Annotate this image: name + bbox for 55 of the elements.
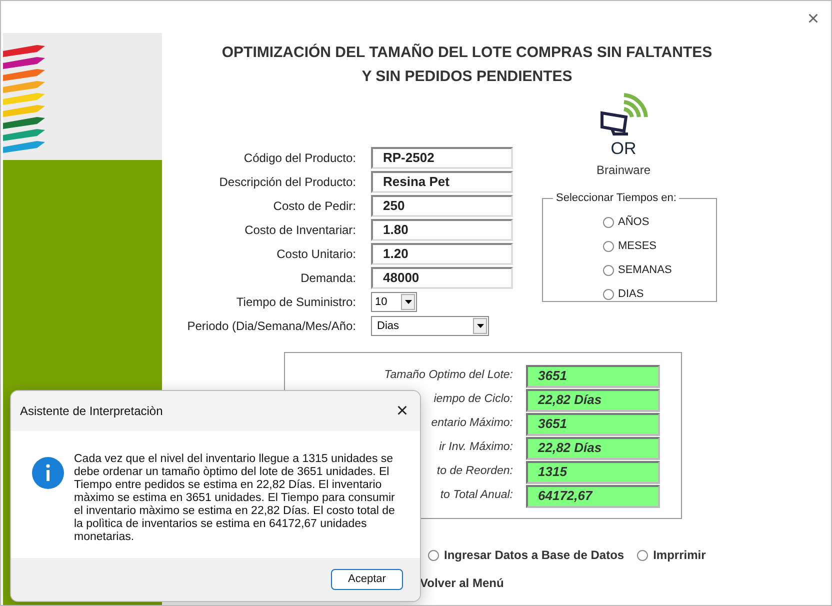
logo-name: Brainware: [596, 162, 651, 178]
field-label: Periodo (Dia/Semana/Mes/Año:: [186, 318, 356, 335]
input-field[interactable]: 1.20: [371, 243, 513, 265]
result-value: 22,82 Días: [526, 388, 660, 412]
result-label: entario Máximo:: [431, 416, 513, 432]
close-button[interactable]: ×: [392, 401, 412, 421]
accept-button[interactable]: Aceptar: [331, 569, 403, 590]
input-field[interactable]: RP-2502: [371, 147, 513, 169]
radio-label: AÑOS: [618, 214, 650, 230]
radio-label: MESES: [618, 239, 657, 254]
result-value: 3651: [526, 412, 660, 436]
result-label: ir Inv. Máximo:: [439, 440, 513, 456]
field-label: Demanda:: [300, 270, 356, 287]
radio-label: SEMANAS: [618, 263, 672, 278]
close-button[interactable]: ×: [803, 5, 823, 33]
radio-button[interactable]: [603, 241, 614, 252]
caret-icon: [476, 324, 484, 328]
result-value: 3651: [526, 364, 660, 388]
radio-button[interactable]: [637, 550, 648, 560]
caret-icon: [404, 300, 412, 304]
input-field[interactable]: Resina Pet: [371, 171, 513, 193]
computer-signal-icon: [598, 93, 650, 137]
dropdown[interactable]: Dias: [371, 316, 489, 336]
result-label: iempo de Ciclo:: [434, 392, 513, 408]
result-label: Tamaño Optimo del Lote:: [384, 368, 513, 384]
result-label: to Total Anual:: [440, 488, 513, 504]
input-field[interactable]: 48000: [371, 267, 513, 289]
radio-button[interactable]: [603, 217, 614, 228]
input-field[interactable]: 1.80: [371, 219, 513, 241]
page-title: Y SIN PEDIDOS PENDIENTES: [360, 67, 574, 87]
radio-button[interactable]: [603, 289, 614, 300]
option-label: Ingresar Datos a Base de Datos: [444, 547, 624, 564]
logo-mark: OR: [610, 139, 636, 159]
dropdown[interactable]: 10: [371, 292, 417, 312]
field-label: Código del Producto:: [242, 150, 356, 167]
page-title: OPTIMIZACIÓN DEL TAMAÑO DEL LOTE COMPRAS SIN FALTANTES: [220, 42, 714, 63]
group-legend: Seleccionar Tiempos en:: [553, 190, 680, 206]
radio-label: DIAS: [618, 287, 644, 302]
result-value: 22,82 Días: [526, 436, 660, 460]
field-label: Tiempo de Suministro:: [235, 294, 356, 311]
result-label: to de Reorden:: [436, 464, 513, 480]
dialog-message: Cada vez que el nivel del inventario llegue a 1315 unidades se debe ordenar un tamaño òptimo del lote de 3651 unidades. El Tiempo entre pedidos se estima en 22,82 Días. El inventario màximo se estima en 3651 unidades. El Tiempo para consumir el inventario màximo se estima en 22,82 Días. El costo total de la polìtica de inventarios se estima en 64172,67 unidades monetarias.: [74, 453, 396, 544]
option-label: Imprrimir: [653, 547, 706, 564]
input-field[interactable]: 250: [371, 195, 513, 217]
field-label: Costo Unitario:: [276, 246, 356, 263]
dialog-title: Asistente de Interpretaciòn: [20, 403, 163, 420]
result-value: 64172,67: [526, 484, 660, 508]
field-label: Descripción del Producto:: [218, 174, 356, 191]
radio-button[interactable]: [603, 265, 614, 276]
radio-button[interactable]: [428, 550, 439, 560]
result-value: 1315: [526, 460, 660, 484]
field-label: Costo de Pedir:: [272, 198, 356, 215]
field-label: Costo de Inventariar:: [244, 222, 356, 239]
info-icon: [32, 457, 64, 489]
option-label: Volver al Menú: [420, 576, 504, 590]
